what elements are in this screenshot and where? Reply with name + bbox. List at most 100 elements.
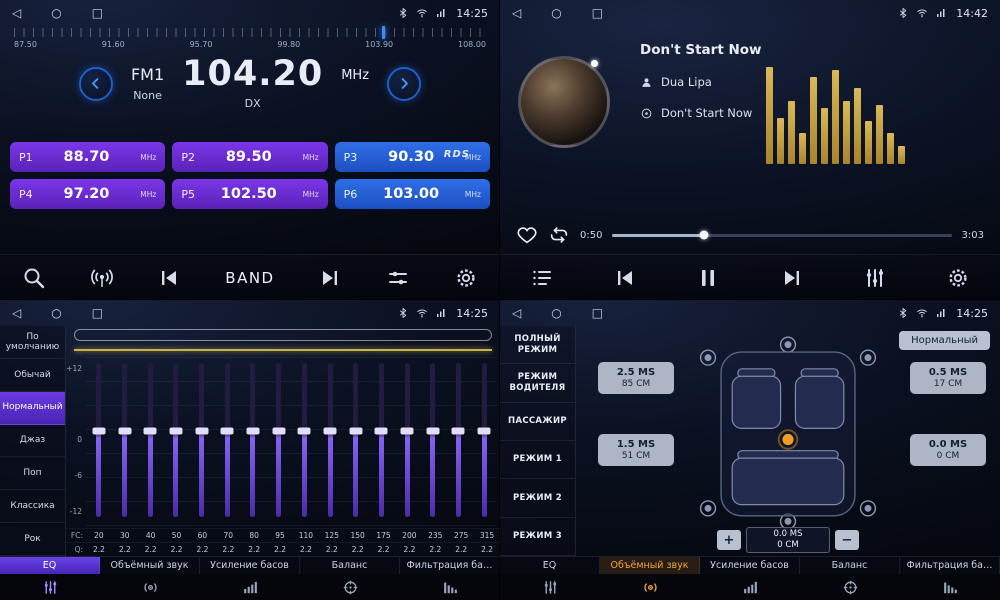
recents-icon[interactable]: □ <box>92 7 103 19</box>
surround-sound-icon[interactable] <box>600 574 700 600</box>
eq-preset-item[interactable]: Классика <box>0 490 65 523</box>
balance-icon[interactable] <box>300 574 400 600</box>
eq-preset-item[interactable]: Поп <box>0 457 65 490</box>
surround-mode-item[interactable]: РЕЖИМ 3 <box>500 518 575 556</box>
home-icon[interactable]: ○ <box>51 307 61 319</box>
eq-band-slider[interactable] <box>292 357 318 526</box>
search-icon[interactable] <box>22 266 46 290</box>
pause-icon[interactable] <box>696 266 720 290</box>
eq-slider-knob[interactable] <box>324 427 337 434</box>
crossover-filter-icon[interactable] <box>400 574 500 600</box>
settings-gear-icon[interactable] <box>946 266 970 290</box>
audio-tab[interactable]: Усиление басов <box>200 557 300 574</box>
eq-band-slider[interactable] <box>471 357 497 526</box>
eq-slider-knob[interactable] <box>375 427 388 434</box>
eq-band-slider[interactable] <box>112 357 138 526</box>
eq-band-slider[interactable] <box>189 357 215 526</box>
auto-scan-icon[interactable] <box>90 266 114 290</box>
home-icon[interactable]: ○ <box>551 7 561 19</box>
home-icon[interactable]: ○ <box>51 7 61 19</box>
audio-tab[interactable]: Фильтрация ба… <box>400 557 500 574</box>
eq-sliders-icon[interactable] <box>0 574 100 600</box>
eq-band-slider[interactable] <box>446 357 472 526</box>
bass-boost-icon[interactable] <box>200 574 300 600</box>
audio-tab[interactable]: Объёмный звук <box>100 557 200 574</box>
balance-icon[interactable] <box>800 574 900 600</box>
tune-up-button[interactable] <box>387 67 421 101</box>
recents-icon[interactable]: □ <box>92 307 103 319</box>
playlist-icon[interactable] <box>530 266 554 290</box>
audio-tab[interactable]: Баланс <box>300 557 400 574</box>
audio-tab[interactable]: Усиление басов <box>700 557 800 574</box>
eq-band-slider[interactable] <box>266 357 292 526</box>
preset-p1-button[interactable]: P188.70MHz <box>10 142 165 172</box>
audio-tab[interactable]: Объёмный звук <box>600 557 700 574</box>
delay-plus-button[interactable]: + <box>717 530 741 550</box>
preset-p3-button[interactable]: P390.30MHz <box>335 142 490 172</box>
eq-band-slider[interactable] <box>394 357 420 526</box>
surround-mode-item[interactable]: ПОЛНЫЙ РЕЖИМ <box>500 326 575 364</box>
surround-sound-icon[interactable] <box>100 574 200 600</box>
back-icon[interactable]: ◁ <box>12 307 21 319</box>
eq-preset-item[interactable]: Обычай <box>0 359 65 392</box>
seek-bar[interactable] <box>612 234 951 237</box>
eq-sliders-icon[interactable] <box>500 574 600 600</box>
recents-icon[interactable]: □ <box>592 7 603 19</box>
eq-slider-knob[interactable] <box>478 427 491 434</box>
eq-preset-item[interactable]: Нормальный <box>0 392 65 425</box>
crossover-filter-icon[interactable] <box>900 574 1000 600</box>
eq-band-slider[interactable] <box>163 357 189 526</box>
eq-slider-knob[interactable] <box>401 427 414 434</box>
eq-slider-knob[interactable] <box>118 427 131 434</box>
audio-tab[interactable]: Баланс <box>800 557 900 574</box>
back-icon[interactable]: ◁ <box>512 307 521 319</box>
back-icon[interactable]: ◁ <box>12 7 21 19</box>
eq-band-slider[interactable] <box>317 357 343 526</box>
favorite-icon[interactable] <box>516 224 538 246</box>
eq-band-slider[interactable] <box>240 357 266 526</box>
eq-band-slider[interactable] <box>420 357 446 526</box>
eq-band-slider[interactable] <box>214 357 240 526</box>
eq-preset-item[interactable]: Джаз <box>0 425 65 458</box>
preset-p6-button[interactable]: P6103.00MHz <box>335 179 490 209</box>
home-icon[interactable]: ○ <box>551 307 561 319</box>
eq-band-slider[interactable] <box>369 357 395 526</box>
delay-minus-button[interactable]: − <box>835 530 859 550</box>
eq-slider-knob[interactable] <box>452 427 465 434</box>
eq-band-slider[interactable] <box>137 357 163 526</box>
eq-slider-knob[interactable] <box>169 427 182 434</box>
audio-tab[interactable]: EQ <box>0 557 100 574</box>
eq-slider-knob[interactable] <box>349 427 362 434</box>
seek-knob[interactable] <box>700 231 709 240</box>
surround-mode-item[interactable]: ПАССАЖИР <box>500 403 575 441</box>
repeat-icon[interactable] <box>548 224 570 246</box>
prev-track-icon[interactable] <box>613 266 637 290</box>
eq-band-slider[interactable] <box>343 357 369 526</box>
band-button[interactable]: BAND <box>225 269 274 287</box>
eq-slider-knob[interactable] <box>92 427 105 434</box>
surround-mode-item[interactable]: РЕЖИМ 1 <box>500 441 575 479</box>
eq-slider-knob[interactable] <box>272 427 285 434</box>
audio-tab[interactable]: EQ <box>500 557 600 574</box>
player-eq-icon[interactable] <box>863 266 887 290</box>
eq-preset-item[interactable]: Рок <box>0 523 65 556</box>
profile-button[interactable]: Нормальный <box>899 331 990 350</box>
next-station-icon[interactable] <box>318 266 342 290</box>
bass-boost-icon[interactable] <box>700 574 800 600</box>
prev-station-icon[interactable] <box>157 266 181 290</box>
eq-preset-item[interactable]: По умолчанию <box>0 326 65 359</box>
surround-mode-item[interactable]: РЕЖИМ 2 <box>500 479 575 517</box>
preset-p5-button[interactable]: P5102.50MHz <box>172 179 327 209</box>
back-icon[interactable]: ◁ <box>512 7 521 19</box>
tune-settings-icon[interactable] <box>386 266 410 290</box>
eq-band-slider[interactable] <box>86 357 112 526</box>
eq-slider-knob[interactable] <box>144 427 157 434</box>
preset-p4-button[interactable]: P497.20MHz <box>10 179 165 209</box>
eq-slider-knob[interactable] <box>195 427 208 434</box>
eq-slider-knob[interactable] <box>298 427 311 434</box>
eq-slider-knob[interactable] <box>221 427 234 434</box>
preset-p2-button[interactable]: P289.50MHz <box>172 142 327 172</box>
eq-slider-knob[interactable] <box>426 427 439 434</box>
settings-gear-icon[interactable] <box>454 266 478 290</box>
surround-mode-item[interactable]: РЕЖИМ ВОДИТЕЛЯ <box>500 364 575 402</box>
